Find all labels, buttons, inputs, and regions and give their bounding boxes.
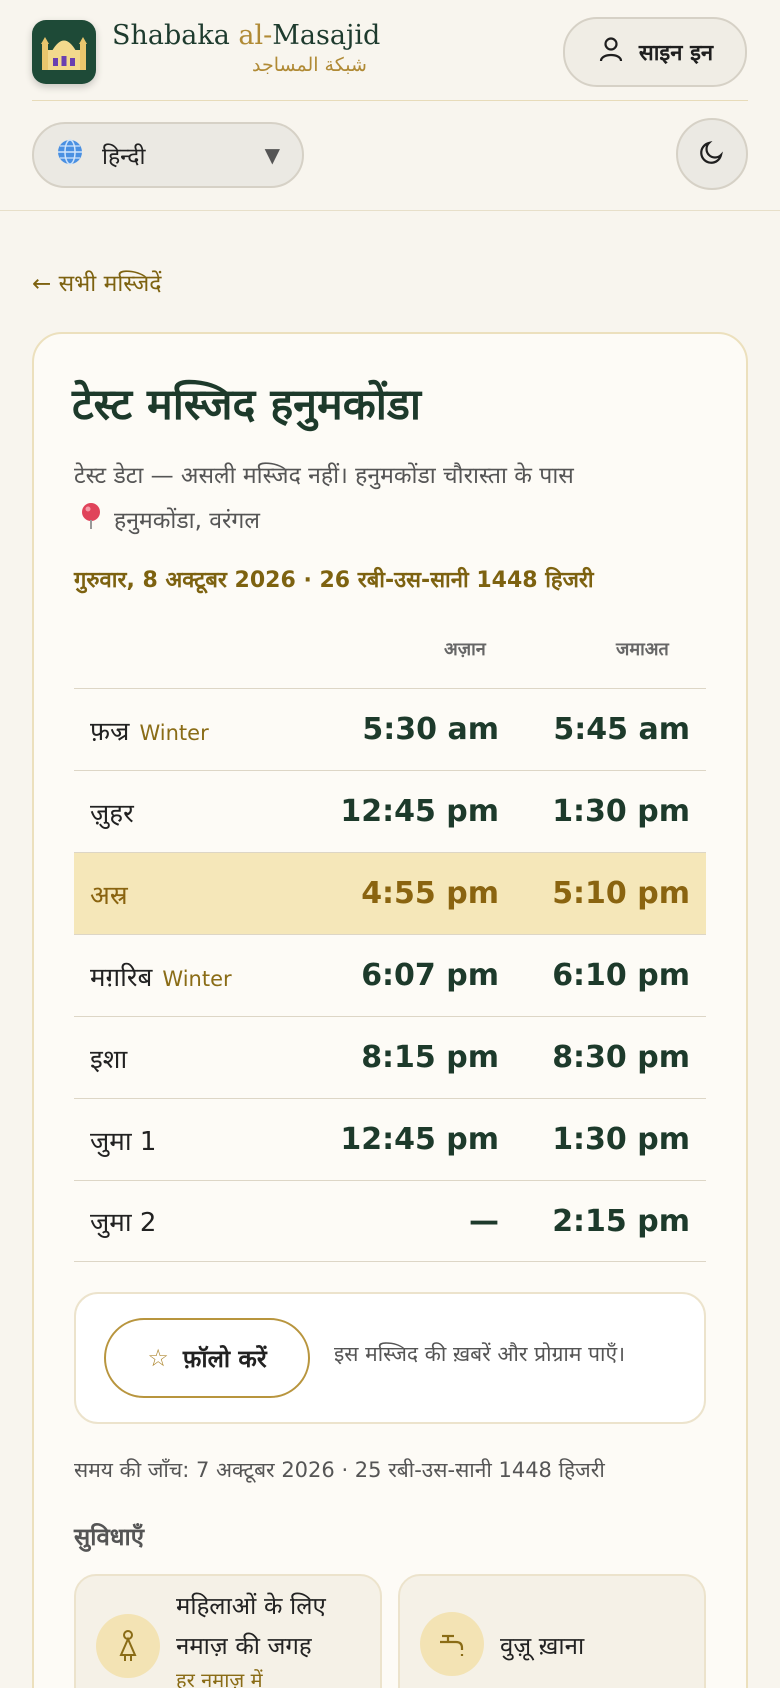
signin-button[interactable]: साइन इन (563, 17, 747, 87)
facility-sublabel: हर नमाज़ में (176, 1668, 263, 1688)
prayer-name: मग़रिब Winter (90, 958, 232, 994)
season-tag: Winter (139, 720, 209, 745)
column-header-adhan: अज़ान (444, 639, 486, 660)
language-select[interactable]: हिन्दी ▼ (32, 122, 304, 188)
follow-button-label: फ़ॉलो करें (182, 1344, 267, 1373)
signin-label: साइन इन (638, 41, 714, 66)
prayer-name-text: मग़रिब (90, 962, 153, 993)
prayer-name: फ़ज्र Winter (90, 712, 209, 748)
adhan-time: 6:07 pm (361, 958, 499, 993)
globe-icon (56, 138, 84, 172)
theme-toggle-button[interactable] (676, 118, 748, 190)
adhan-time: 5:30 am (362, 712, 499, 747)
mosque-location: हनुमकोंडा, वरंगल (80, 502, 260, 536)
back-to-all-mosques-link[interactable]: ← सभी मस्जिदें (32, 266, 162, 298)
prayer-name: अस्र (90, 876, 128, 912)
follow-description: इस मस्जिद की ख़बरें और प्रोग्राम पाएँ। (334, 1342, 626, 1366)
brand-name-arabic: شبكة المساجد (252, 54, 367, 76)
jamaat-time: 8:30 pm (552, 1040, 690, 1075)
prayer-name-text: जुमा 1 (90, 1126, 157, 1157)
facility-label-line2: नमाज़ की जगह (176, 1632, 312, 1660)
facility-label: वुज़ू ख़ाना (500, 1632, 585, 1660)
prayer-name-text: इशा (90, 1044, 128, 1075)
times-checked-note: समय की जाँच: 7 अक्टूबर 2026 · 25 रबी-उस-… (74, 1458, 605, 1482)
column-header-jamaat: जमाअत (616, 639, 669, 660)
jamaat-time: 1:30 pm (552, 1122, 690, 1157)
adhan-time: 4:55 pm (361, 876, 499, 911)
prayer-times-table: फ़ज्र Winter 5:30 am 5:45 am ज़ुहर 12:45 … (74, 688, 706, 1262)
jamaat-time: 6:10 pm (552, 958, 690, 993)
prayer-name-text: फ़ज्र (90, 716, 130, 747)
location-pin-icon (80, 502, 102, 536)
prayer-name: जुमा 2 (90, 1203, 156, 1239)
mosque-logo-icon[interactable] (32, 20, 96, 84)
prayer-row-isha: इशा 8:15 pm 8:30 pm (74, 1016, 706, 1098)
prayer-row-zuhr: ज़ुहर 12:45 pm 1:30 pm (74, 770, 706, 852)
header-divider (32, 100, 748, 101)
language-value: हिन्दी (102, 144, 146, 170)
prayer-name: जुमा 1 (90, 1122, 156, 1158)
brand-name-prefix: Shabaka (112, 20, 239, 51)
prayer-row-juma-1: जुमा 1 12:45 pm 1:30 pm (74, 1098, 706, 1180)
prayer-name-text: जुमा 2 (90, 1208, 157, 1238)
woman-icon (96, 1614, 160, 1678)
follow-button[interactable]: ☆ फ़ॉलो करें (104, 1318, 310, 1398)
adhan-time: 8:15 pm (361, 1040, 499, 1075)
prayer-name: इशा (90, 1040, 127, 1076)
moon-icon (697, 137, 727, 171)
facilities-heading: सुविधाएँ (74, 1523, 145, 1551)
mosque-description: टेस्ट डेटा — असली मस्जिद नहीं। हनुमकोंडा… (74, 463, 574, 489)
prayer-name: ज़ुहर (90, 794, 134, 830)
current-date: गुरुवार, 8 अक्टूबर 2026 · 26 रबी-उस-सानी… (74, 568, 594, 593)
prayer-row-maghrib: मग़रिब Winter 6:07 pm 6:10 pm (74, 934, 706, 1016)
jamaat-time: 5:10 pm (552, 876, 690, 911)
mosque-title: टेस्ट मस्जिद हनुमकोंडा (72, 380, 422, 430)
facility-label-line1: महिलाओं के लिए (176, 1592, 326, 1620)
star-icon: ☆ (147, 1344, 169, 1372)
adhan-time: — (469, 1203, 499, 1239)
jamaat-time: 1:30 pm (552, 794, 690, 829)
prayer-row-asr: अस्र 4:55 pm 5:10 pm (74, 852, 706, 934)
location-text: हनुमकोंडा, वरंगल (114, 508, 260, 534)
prayer-row-fajr: फ़ज्र Winter 5:30 am 5:45 am (74, 688, 706, 770)
brand-name[interactable]: Shabaka al-Masajid (112, 20, 380, 51)
adhan-time: 12:45 pm (340, 794, 499, 829)
adhan-time: 12:45 pm (340, 1122, 499, 1157)
prayer-row-juma-2: जुमा 2 — 2:15 pm (74, 1180, 706, 1262)
chevron-down-icon: ▼ (264, 143, 280, 167)
jamaat-time: 5:45 am (553, 712, 690, 747)
season-tag: Winter (162, 966, 232, 991)
faucet-icon (420, 1612, 484, 1676)
user-icon (597, 35, 625, 69)
brand-name-accent: al- (238, 20, 273, 51)
prayer-name-text: ज़ुहर (90, 798, 134, 829)
brand-name-suffix: Masajid (272, 20, 381, 51)
prayer-name-text: अस्र (90, 880, 128, 911)
jamaat-time: 2:15 pm (552, 1203, 690, 1239)
